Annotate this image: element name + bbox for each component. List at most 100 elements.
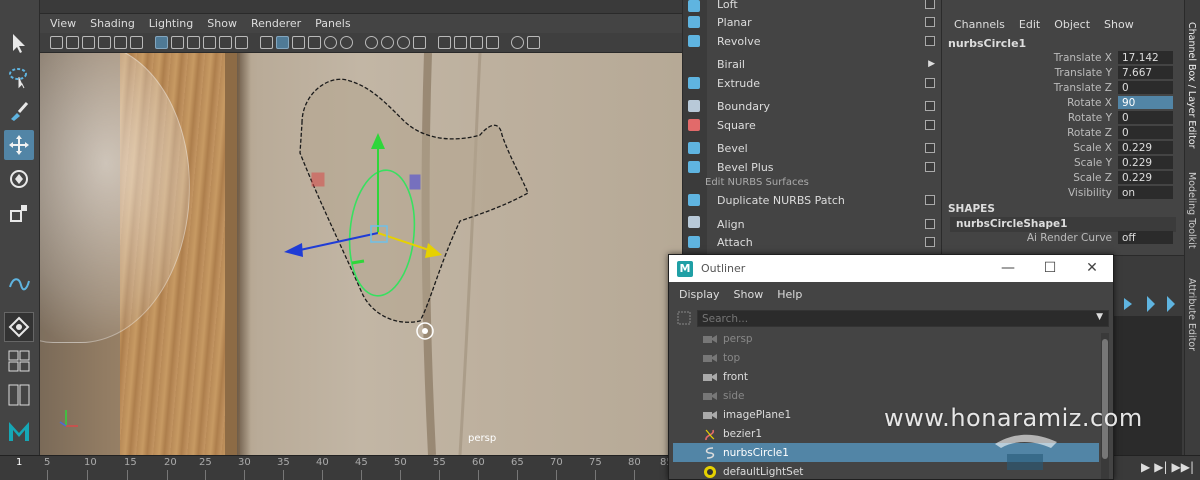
motion-blur-icon[interactable]	[381, 36, 394, 49]
layout-two-button[interactable]	[4, 380, 34, 410]
attr-row[interactable]: Visibility on	[942, 186, 1184, 201]
depth-of-field-icon[interactable]	[413, 36, 426, 49]
grid-icon[interactable]	[155, 36, 168, 49]
layer-list[interactable]	[1102, 316, 1182, 456]
shape-attr-row[interactable]: Ai Render Curve off	[942, 231, 1184, 246]
camera-icon[interactable]	[50, 36, 63, 49]
outliner-item-top[interactable]: top	[673, 348, 1099, 367]
2d-pan-icon[interactable]	[114, 36, 127, 49]
anti-aliasing-icon[interactable]	[397, 36, 410, 49]
maximize-button[interactable]: ☐	[1039, 259, 1061, 277]
image-plane-icon[interactable]	[98, 36, 111, 49]
gate-mask-icon[interactable]	[203, 36, 216, 49]
filter-icon[interactable]	[677, 311, 691, 325]
play-forward-icon[interactable]: ▶	[1141, 460, 1150, 474]
shadows-icon[interactable]	[340, 36, 353, 49]
ol-menu-display[interactable]: Display	[679, 288, 720, 301]
textured-icon[interactable]	[308, 36, 321, 49]
close-button[interactable]: ✕	[1081, 259, 1103, 277]
menu-item-birail[interactable]: Birail ▶	[717, 55, 935, 73]
attr-row[interactable]: Scale Y 0.229	[942, 156, 1184, 171]
scale-tool[interactable]	[4, 198, 34, 228]
menu-item-duplicate-patch[interactable]: Duplicate NURBS Patch	[717, 191, 935, 209]
menu-shading[interactable]: Shading	[90, 17, 135, 30]
color-management-icon[interactable]	[527, 36, 540, 49]
object-name[interactable]: nurbsCircle1	[948, 37, 1026, 50]
menu-item-align[interactable]: Align	[717, 215, 935, 233]
attr-value[interactable]: 17.142	[1118, 51, 1173, 65]
cb-menu-channels[interactable]: Channels	[954, 18, 1005, 31]
step-forward-icon[interactable]: ▶|	[1154, 460, 1167, 474]
menu-item-attach[interactable]: Attach	[717, 233, 935, 251]
screen-space-ao-icon[interactable]	[365, 36, 378, 49]
menu-lighting[interactable]: Lighting	[149, 17, 193, 30]
attr-row[interactable]: Rotate Z0	[942, 126, 1184, 141]
option-box-icon[interactable]	[925, 162, 935, 172]
attr-value[interactable]: 0.229	[1118, 141, 1173, 155]
menu-item-boundary[interactable]: Boundary	[717, 97, 935, 115]
ol-menu-help[interactable]: Help	[777, 288, 802, 301]
minimize-button[interactable]: —	[997, 259, 1019, 277]
option-box-icon[interactable]	[925, 17, 935, 27]
attr-value[interactable]: 0.229	[1118, 156, 1173, 170]
attr-value[interactable]: on	[1118, 186, 1173, 200]
option-box-icon[interactable]	[925, 237, 935, 247]
menu-item-loft[interactable]: Loft	[717, 0, 935, 13]
menu-item-planar[interactable]: Planar	[717, 13, 935, 31]
attr-row[interactable]: Rotate Y0	[942, 111, 1184, 126]
scrollbar-thumb[interactable]	[1102, 339, 1108, 459]
film-gate-icon[interactable]	[171, 36, 184, 49]
resolution-gate-icon[interactable]	[187, 36, 200, 49]
cb-menu-show[interactable]: Show	[1104, 18, 1134, 31]
cb-menu-object[interactable]: Object	[1054, 18, 1090, 31]
menu-show[interactable]: Show	[207, 17, 237, 30]
paint-select-tool[interactable]	[4, 96, 34, 126]
outliner-titlebar[interactable]: M Outliner — ☐ ✕	[669, 255, 1113, 282]
attr-row[interactable]: Translate Y 7.667	[942, 66, 1184, 81]
attr-value[interactable]: 90	[1118, 96, 1173, 110]
xray-joints-icon[interactable]	[486, 36, 499, 49]
viewport-persp[interactable]: persp	[40, 53, 682, 455]
ol-menu-show[interactable]: Show	[734, 288, 764, 301]
tab-modeling-toolkit[interactable]: Modeling Toolkit	[1186, 172, 1197, 249]
menu-item-revolve[interactable]: Revolve	[717, 32, 935, 50]
camera-attr-icon[interactable]	[66, 36, 79, 49]
tab-attribute-editor[interactable]: Attribute Editor	[1186, 278, 1197, 351]
move-tool[interactable]	[4, 130, 34, 160]
select-tool[interactable]	[4, 28, 34, 58]
safe-action-icon[interactable]	[235, 36, 248, 49]
option-box-icon[interactable]	[925, 36, 935, 46]
chevron-down-icon[interactable]: ▼	[1096, 312, 1103, 322]
attr-row[interactable]: Scale Z 0.229	[942, 171, 1184, 186]
tab-channel-box[interactable]: Channel Box / Layer Editor	[1186, 22, 1197, 149]
option-box-icon[interactable]	[925, 219, 935, 229]
outliner-search-input[interactable]	[697, 310, 1109, 327]
attr-value[interactable]: 0	[1118, 126, 1173, 140]
outliner-item-persp[interactable]: persp	[673, 329, 1099, 348]
lights-icon[interactable]	[324, 36, 337, 49]
menu-item-extrude[interactable]: Extrude	[717, 74, 935, 92]
attr-row[interactable]: Translate Z0	[942, 81, 1184, 96]
attr-row[interactable]: Rotate X 90	[942, 96, 1184, 111]
outliner-item-front[interactable]: front	[673, 367, 1099, 386]
smooth-shade-icon[interactable]	[276, 36, 289, 49]
cb-menu-edit[interactable]: Edit	[1019, 18, 1040, 31]
menu-item-bevel-plus[interactable]: Bevel Plus	[717, 158, 935, 176]
menu-renderer[interactable]: Renderer	[251, 17, 301, 30]
wireframe-on-shaded-icon[interactable]	[292, 36, 305, 49]
attr-value[interactable]: 0	[1118, 81, 1173, 95]
outliner-item-side[interactable]: side	[673, 386, 1099, 405]
attr-row[interactable]: Scale X 0.229	[942, 141, 1184, 156]
grease-pencil-icon[interactable]	[130, 36, 143, 49]
layout-single-button[interactable]	[4, 312, 34, 342]
option-box-icon[interactable]	[925, 195, 935, 205]
field-chart-icon[interactable]	[219, 36, 232, 49]
menu-view[interactable]: View	[50, 17, 76, 30]
option-box-icon[interactable]	[925, 0, 935, 9]
layout-four-button[interactable]	[4, 346, 34, 376]
xray-icon[interactable]	[454, 36, 467, 49]
attr-row[interactable]: Translate X 17.142	[942, 51, 1184, 66]
option-box-icon[interactable]	[925, 78, 935, 88]
attr-value[interactable]: 0.229	[1118, 171, 1173, 185]
option-box-icon[interactable]	[925, 120, 935, 130]
